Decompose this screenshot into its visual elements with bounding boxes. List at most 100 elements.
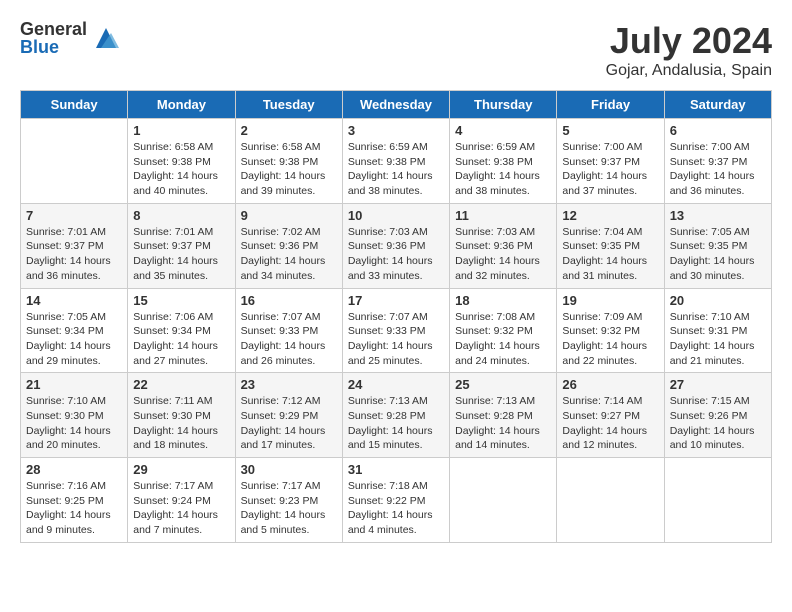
day-number: 19 — [562, 293, 658, 308]
calendar-header-sunday: Sunday — [21, 91, 128, 119]
day-info: Sunrise: 7:17 AM Sunset: 9:24 PM Dayligh… — [133, 479, 229, 538]
day-info: Sunrise: 7:05 AM Sunset: 9:35 PM Dayligh… — [670, 225, 766, 284]
calendar-header-row: SundayMondayTuesdayWednesdayThursdayFrid… — [21, 91, 772, 119]
calendar-cell: 24Sunrise: 7:13 AM Sunset: 9:28 PM Dayli… — [342, 373, 449, 458]
day-info: Sunrise: 6:59 AM Sunset: 9:38 PM Dayligh… — [348, 140, 444, 199]
calendar-cell — [21, 119, 128, 204]
day-info: Sunrise: 7:06 AM Sunset: 9:34 PM Dayligh… — [133, 310, 229, 369]
calendar-cell: 26 Sunrise: 7:14 AM Sunset: 9:27 PM Dayli… — [557, 373, 664, 458]
logo: General Blue — [20, 20, 121, 56]
calendar-cell: 28 Sunrise: 7:16 AM Sunset: 9:25 PM Dayli… — [21, 458, 128, 543]
logo-blue: Blue — [20, 38, 87, 56]
day-info: Sunrise: 7:08 AM Sunset: 9:32 PM Dayligh… — [455, 310, 551, 369]
calendar-cell: 20 Sunrise: 7:10 AM Sunset: 9:31 PM Dayli… — [664, 288, 771, 373]
day-number: 9 — [241, 208, 337, 223]
day-info: Sunrise: 7:00 AM Sunset: 9:37 PM Dayligh… — [562, 140, 658, 199]
day-info: Sunrise: 7:01 AM Sunset: 9:37 PM Dayligh… — [133, 225, 229, 284]
title-block: July 2024 Gojar, Andalusia, Spain — [606, 20, 772, 80]
day-number: 3 — [348, 123, 444, 138]
calendar-cell: 23Sunrise: 7:12 AM Sunset: 9:29 PM Dayli… — [235, 373, 342, 458]
day-info: Sunrise: 6:58 AM Sunset: 9:38 PM Dayligh… — [133, 140, 229, 199]
calendar-cell: 9 Sunrise: 7:02 AM Sunset: 9:36 PM Daylig… — [235, 203, 342, 288]
calendar-cell: 30Sunrise: 7:17 AM Sunset: 9:23 PM Dayli… — [235, 458, 342, 543]
calendar-cell: 18 Sunrise: 7:08 AM Sunset: 9:32 PM Dayli… — [450, 288, 557, 373]
day-number: 12 — [562, 208, 658, 223]
day-number: 21 — [26, 377, 122, 392]
calendar-week-row: 28 Sunrise: 7:16 AM Sunset: 9:25 PM Dayli… — [21, 458, 772, 543]
month-title: July 2024 — [606, 20, 772, 62]
calendar-cell — [450, 458, 557, 543]
calendar-cell: 3 Sunrise: 6:59 AM Sunset: 9:38 PM Daylig… — [342, 119, 449, 204]
day-number: 5 — [562, 123, 658, 138]
calendar-week-row: 14Sunrise: 7:05 AM Sunset: 9:34 PM Dayli… — [21, 288, 772, 373]
day-info: Sunrise: 7:18 AM Sunset: 9:22 PM Dayligh… — [348, 479, 444, 538]
day-number: 28 — [26, 462, 122, 477]
day-info: Sunrise: 7:07 AM Sunset: 9:33 PM Dayligh… — [348, 310, 444, 369]
calendar-header-monday: Monday — [128, 91, 235, 119]
day-info: Sunrise: 7:16 AM Sunset: 9:25 PM Dayligh… — [26, 479, 122, 538]
day-info: Sunrise: 7:02 AM Sunset: 9:36 PM Dayligh… — [241, 225, 337, 284]
calendar-header-tuesday: Tuesday — [235, 91, 342, 119]
calendar-cell: 1 Sunrise: 6:58 AM Sunset: 9:38 PM Daylig… — [128, 119, 235, 204]
calendar-cell: 5 Sunrise: 7:00 AM Sunset: 9:37 PM Daylig… — [557, 119, 664, 204]
calendar-cell: 12 Sunrise: 7:04 AM Sunset: 9:35 PM Dayli… — [557, 203, 664, 288]
calendar-cell: 11 Sunrise: 7:03 AM Sunset: 9:36 PM Dayli… — [450, 203, 557, 288]
calendar-header-friday: Friday — [557, 91, 664, 119]
calendar-cell: 19Sunrise: 7:09 AM Sunset: 9:32 PM Dayli… — [557, 288, 664, 373]
day-number: 2 — [241, 123, 337, 138]
calendar-cell: 7 Sunrise: 7:01 AM Sunset: 9:37 PM Daylig… — [21, 203, 128, 288]
calendar-cell: 4 Sunrise: 6:59 AM Sunset: 9:38 PM Daylig… — [450, 119, 557, 204]
day-number: 26 — [562, 377, 658, 392]
day-info: Sunrise: 7:13 AM Sunset: 9:28 PM Dayligh… — [455, 394, 551, 453]
day-number: 1 — [133, 123, 229, 138]
day-info: Sunrise: 7:03 AM Sunset: 9:36 PM Dayligh… — [348, 225, 444, 284]
day-info: Sunrise: 7:14 AM Sunset: 9:27 PM Dayligh… — [562, 394, 658, 453]
calendar-cell: 2Sunrise: 6:58 AM Sunset: 9:38 PM Daylig… — [235, 119, 342, 204]
day-info: Sunrise: 7:05 AM Sunset: 9:34 PM Dayligh… — [26, 310, 122, 369]
calendar-cell: 29 Sunrise: 7:17 AM Sunset: 9:24 PM Dayli… — [128, 458, 235, 543]
calendar-header-saturday: Saturday — [664, 91, 771, 119]
day-info: Sunrise: 7:10 AM Sunset: 9:30 PM Dayligh… — [26, 394, 122, 453]
calendar-cell: 13 Sunrise: 7:05 AM Sunset: 9:35 PM Dayli… — [664, 203, 771, 288]
day-number: 11 — [455, 208, 551, 223]
location-title: Gojar, Andalusia, Spain — [606, 62, 772, 80]
day-info: Sunrise: 7:01 AM Sunset: 9:37 PM Dayligh… — [26, 225, 122, 284]
day-number: 29 — [133, 462, 229, 477]
calendar-cell: 21 Sunrise: 7:10 AM Sunset: 9:30 PM Dayli… — [21, 373, 128, 458]
day-number: 8 — [133, 208, 229, 223]
calendar-cell: 14Sunrise: 7:05 AM Sunset: 9:34 PM Dayli… — [21, 288, 128, 373]
calendar-cell: 31 Sunrise: 7:18 AM Sunset: 9:22 PM Dayli… — [342, 458, 449, 543]
calendar-cell: 25Sunrise: 7:13 AM Sunset: 9:28 PM Dayli… — [450, 373, 557, 458]
day-info: Sunrise: 7:04 AM Sunset: 9:35 PM Dayligh… — [562, 225, 658, 284]
day-number: 30 — [241, 462, 337, 477]
day-number: 6 — [670, 123, 766, 138]
calendar-header-thursday: Thursday — [450, 91, 557, 119]
day-info: Sunrise: 7:03 AM Sunset: 9:36 PM Dayligh… — [455, 225, 551, 284]
day-info: Sunrise: 7:07 AM Sunset: 9:33 PM Dayligh… — [241, 310, 337, 369]
calendar-table: SundayMondayTuesdayWednesdayThursdayFrid… — [20, 90, 772, 543]
day-number: 17 — [348, 293, 444, 308]
day-info: Sunrise: 7:15 AM Sunset: 9:26 PM Dayligh… — [670, 394, 766, 453]
day-info: Sunrise: 7:10 AM Sunset: 9:31 PM Dayligh… — [670, 310, 766, 369]
day-number: 27 — [670, 377, 766, 392]
day-number: 18 — [455, 293, 551, 308]
day-number: 20 — [670, 293, 766, 308]
day-number: 13 — [670, 208, 766, 223]
day-info: Sunrise: 7:11 AM Sunset: 9:30 PM Dayligh… — [133, 394, 229, 453]
day-number: 16 — [241, 293, 337, 308]
calendar-header-wednesday: Wednesday — [342, 91, 449, 119]
calendar-cell: 16 Sunrise: 7:07 AM Sunset: 9:33 PM Dayli… — [235, 288, 342, 373]
calendar-week-row: 7 Sunrise: 7:01 AM Sunset: 9:37 PM Daylig… — [21, 203, 772, 288]
day-number: 10 — [348, 208, 444, 223]
day-info: Sunrise: 6:59 AM Sunset: 9:38 PM Dayligh… — [455, 140, 551, 199]
day-number: 31 — [348, 462, 444, 477]
day-number: 7 — [26, 208, 122, 223]
day-number: 23 — [241, 377, 337, 392]
day-number: 4 — [455, 123, 551, 138]
calendar-cell — [557, 458, 664, 543]
day-number: 22 — [133, 377, 229, 392]
day-info: Sunrise: 7:00 AM Sunset: 9:37 PM Dayligh… — [670, 140, 766, 199]
calendar-week-row: 21 Sunrise: 7:10 AM Sunset: 9:30 PM Dayli… — [21, 373, 772, 458]
day-number: 15 — [133, 293, 229, 308]
logo-icon — [91, 23, 121, 53]
